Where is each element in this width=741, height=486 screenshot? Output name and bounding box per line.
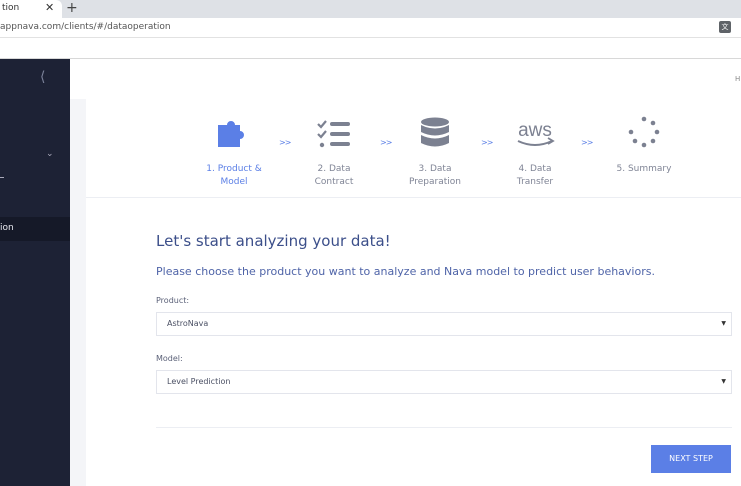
step-separator: >>: [581, 138, 593, 147]
step-label: 1. Product & Model: [206, 164, 262, 187]
main-card: 1. Product & Model >> 2. Data Contract >>: [86, 99, 741, 486]
url-text: appnava.com/clients/#/dataoperation: [0, 22, 171, 32]
step-data-preparation[interactable]: 3. Data Preparation: [395, 111, 475, 189]
step-label: 3. Data Preparation: [409, 164, 461, 187]
bookmarks-bar: [0, 38, 741, 59]
product-select[interactable]: AstroNava ▼: [156, 312, 732, 336]
step-separator: >>: [481, 138, 493, 147]
close-tab-icon[interactable]: ✕: [45, 1, 54, 14]
next-step-button[interactable]: NEXT STEP: [651, 445, 731, 473]
browser-tab-bar: tion ✕ +: [0, 0, 741, 18]
svg-text:aws: aws: [518, 120, 552, 141]
model-label: Model:: [156, 354, 183, 363]
header-right-text: H: [735, 75, 741, 83]
step-separator: >>: [279, 138, 291, 147]
chevron-down-icon[interactable]: ⌄: [46, 149, 54, 159]
step-summary[interactable]: 5. Summary: [604, 111, 684, 176]
dropdown-caret-icon: ▼: [721, 320, 726, 327]
step-data-contract[interactable]: 2. Data Contract: [294, 111, 374, 189]
loading-dots-icon: [628, 116, 660, 148]
wizard-stepper: 1. Product & Model >> 2. Data Contract >>: [86, 99, 741, 198]
address-bar[interactable]: appnava.com/clients/#/dataoperation 文: [0, 18, 741, 38]
model-select-value: Level Prediction: [167, 377, 231, 386]
step-product-model[interactable]: 1. Product & Model: [194, 111, 274, 189]
new-tab-icon[interactable]: +: [66, 0, 78, 16]
dropdown-caret-icon: ▼: [721, 378, 726, 385]
step-label: 5. Summary: [616, 164, 672, 174]
sidebar-divider: [0, 177, 4, 178]
step-label: 2. Data Contract: [314, 164, 354, 187]
collapse-sidebar-icon[interactable]: ⟨: [40, 69, 45, 85]
step-separator: >>: [380, 138, 392, 147]
top-header: H: [70, 59, 741, 99]
browser-tab[interactable]: tion ✕: [0, 0, 62, 18]
tab-title: tion: [2, 3, 20, 13]
sidebar: ⟨ ⌄ ion: [0, 59, 70, 486]
sidebar-item-active[interactable]: ion: [0, 217, 70, 241]
database-icon: [421, 117, 449, 147]
translate-icon[interactable]: 文: [719, 21, 731, 33]
puzzle-icon: [218, 121, 244, 147]
product-label: Product:: [156, 296, 190, 305]
form-divider: [156, 427, 732, 428]
step-label: 4. Data Transfer: [516, 164, 554, 187]
page-title: Let's start analyzing your data!: [156, 232, 391, 250]
checklist-icon: [317, 120, 350, 148]
page-subtitle: Please choose the product you want to an…: [156, 265, 655, 278]
aws-icon: aws: [517, 120, 555, 146]
product-select-value: AstroNava: [167, 319, 209, 328]
model-select[interactable]: Level Prediction ▼: [156, 370, 732, 394]
step-data-transfer[interactable]: aws 4. Data Transfer: [495, 111, 575, 189]
sidebar-item-label: ion: [0, 223, 14, 233]
